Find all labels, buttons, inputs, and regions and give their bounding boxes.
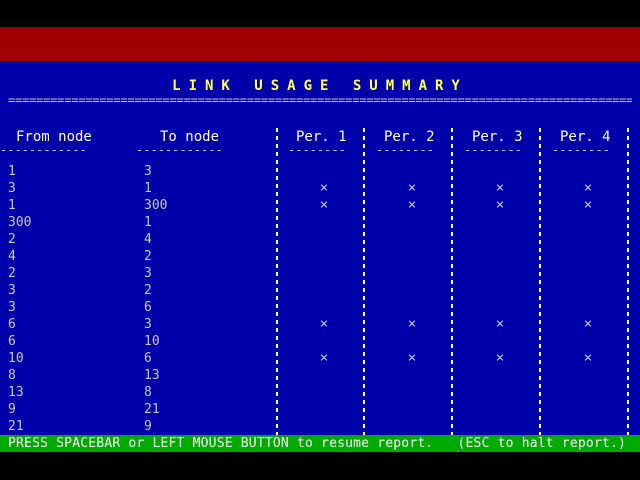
- to-node-value: 13: [144, 368, 160, 383]
- table-row: 23: [0, 265, 640, 282]
- from-node-value: 1: [8, 198, 16, 213]
- table-row: 24: [0, 231, 640, 248]
- period-4-usage-mark: ×: [583, 180, 593, 196]
- from-node-value: 13: [8, 385, 24, 400]
- period-3-usage-mark: ×: [495, 197, 505, 213]
- table-row: 42: [0, 248, 640, 265]
- top-border: [0, 0, 640, 27]
- status-bar: PRESS SPACEBAR or LEFT MOUSE BUTTON to r…: [0, 435, 640, 452]
- table-row: 6 10: [0, 333, 640, 350]
- to-node-value: 3: [144, 164, 152, 179]
- to-node-value: 9: [144, 419, 152, 434]
- table-row: 32: [0, 282, 640, 299]
- from-node-value: 21: [8, 419, 24, 434]
- period-4-usage-mark: ×: [583, 316, 593, 332]
- to-node-value: 10: [144, 334, 160, 349]
- header-per-4: Per. 4: [560, 129, 611, 145]
- underline-per-1: --------: [288, 145, 346, 155]
- to-node-value: 21: [144, 402, 160, 417]
- report-screen: LINK USAGE SUMMARY =====================…: [0, 0, 640, 480]
- to-node-value: 1: [144, 215, 152, 230]
- underline-per-2: --------: [376, 145, 434, 155]
- underline-per-3: --------: [464, 145, 522, 155]
- from-node-value: 9: [8, 402, 16, 417]
- to-node-value: 2: [144, 283, 152, 298]
- period-1-usage-mark: ×: [319, 316, 329, 332]
- from-node-value: 4: [8, 249, 16, 264]
- from-node-value: 2: [8, 232, 16, 247]
- from-node-value: 3: [8, 300, 16, 315]
- from-node-value: 3: [8, 283, 16, 298]
- period-2-usage-mark: ×: [407, 316, 417, 332]
- table-row: 13 8: [0, 384, 640, 401]
- header-per-1: Per. 1: [296, 129, 347, 145]
- from-node-value: 10: [8, 351, 24, 366]
- period-2-usage-mark: ×: [407, 350, 417, 366]
- table-row: 10 6 × × × ×: [0, 350, 640, 367]
- period-3-usage-mark: ×: [495, 350, 505, 366]
- from-node-value: 1: [8, 164, 16, 179]
- to-node-value: 6: [144, 351, 152, 366]
- from-node-value: 8: [8, 368, 16, 383]
- table-row: 21 9: [0, 418, 640, 435]
- table-row: 9 21: [0, 401, 640, 418]
- table-row: 6 3 × × × ×: [0, 316, 640, 333]
- to-node-value: 3: [144, 266, 152, 281]
- from-node-value: 6: [8, 317, 16, 332]
- table-row: 8 13: [0, 367, 640, 384]
- underline-from-node: ------------: [0, 145, 87, 155]
- period-3-usage-mark: ×: [495, 316, 505, 332]
- period-1-usage-mark: ×: [319, 350, 329, 366]
- table-row: 3 1 × × × ×: [0, 180, 640, 197]
- period-2-usage-mark: ×: [407, 180, 417, 196]
- period-1-usage-mark: ×: [319, 197, 329, 213]
- report-title: LINK USAGE SUMMARY: [172, 78, 468, 94]
- underline-to-node: ------------: [136, 145, 223, 155]
- table-row: 36: [0, 299, 640, 316]
- period-4-usage-mark: ×: [583, 197, 593, 213]
- from-node-value: 3: [8, 181, 16, 196]
- table-row: 1 300 × × × ×: [0, 197, 640, 214]
- header-per-3: Per. 3: [472, 129, 523, 145]
- table-row: 13: [0, 163, 640, 180]
- title-rule: ========================================…: [8, 93, 632, 107]
- header-band: [0, 27, 640, 61]
- to-node-value: 1: [144, 181, 152, 196]
- to-node-value: 3: [144, 317, 152, 332]
- header-from-node: From node: [16, 129, 92, 145]
- to-node-value: 4: [144, 232, 152, 247]
- to-node-value: 300: [144, 198, 168, 213]
- from-node-value: 2: [8, 266, 16, 281]
- table-row: 300 1: [0, 214, 640, 231]
- from-node-value: 6: [8, 334, 16, 349]
- from-node-value: 300: [8, 215, 32, 230]
- period-3-usage-mark: ×: [495, 180, 505, 196]
- bottom-border: [0, 452, 640, 480]
- header-to-node: To node: [160, 129, 220, 145]
- to-node-value: 2: [144, 249, 152, 264]
- period-1-usage-mark: ×: [319, 180, 329, 196]
- header-per-2: Per. 2: [384, 129, 435, 145]
- to-node-value: 6: [144, 300, 152, 315]
- period-2-usage-mark: ×: [407, 197, 417, 213]
- to-node-value: 8: [144, 385, 152, 400]
- underline-per-4: --------: [552, 145, 610, 155]
- period-4-usage-mark: ×: [583, 350, 593, 366]
